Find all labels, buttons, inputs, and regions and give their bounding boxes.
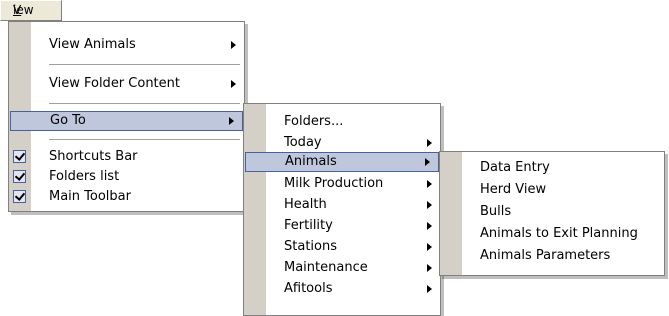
- menu-item-today[interactable]: Today: [244, 133, 440, 154]
- chevron-right-icon: [229, 117, 234, 125]
- chevron-right-icon: [427, 285, 432, 293]
- checkmark-icon: [13, 170, 26, 183]
- chevron-right-icon: [427, 139, 432, 147]
- view-menu: View Animals View Folder Content Go To S…: [8, 21, 245, 212]
- menu-item-health[interactable]: Health: [244, 195, 440, 216]
- menu-item-shortcuts-bar[interactable]: Shortcuts Bar: [9, 147, 244, 168]
- menu-item-afitools[interactable]: Afitools: [244, 279, 440, 300]
- menu-separator: [49, 64, 240, 65]
- checkmark-icon: [13, 190, 26, 203]
- menu-item-folders-list[interactable]: Folders list: [9, 167, 244, 188]
- chevron-right-icon: [427, 180, 432, 188]
- menu-separator: [49, 103, 240, 104]
- view-menu-title[interactable]: View: [0, 0, 62, 21]
- menu-item-fertility[interactable]: Fertility: [244, 216, 440, 237]
- menu-item-view-folder-content[interactable]: View Folder Content: [9, 74, 244, 95]
- goto-submenu: Folders... Today Animals Milk Production…: [243, 103, 441, 316]
- menu-item-stations[interactable]: Stations: [244, 237, 440, 258]
- menu-item-animals-parameters[interactable]: Animals Parameters: [440, 246, 664, 267]
- menu-item-animals[interactable]: Animals: [245, 152, 439, 172]
- chevron-right-icon: [427, 201, 432, 209]
- view-label-rest: iew: [13, 3, 34, 17]
- menu-item-main-toolbar[interactable]: Main Toolbar: [9, 187, 244, 208]
- checkmark-icon: [13, 150, 26, 163]
- menu-item-maintenance[interactable]: Maintenance: [244, 258, 440, 279]
- menu-item-milk-production[interactable]: Milk Production: [244, 174, 440, 195]
- menu-item-herd-view[interactable]: Herd View: [440, 180, 664, 201]
- menu-item-animals-to-exit-planning[interactable]: Animals to Exit Planning: [440, 224, 664, 245]
- menu-item-view-animals[interactable]: View Animals: [9, 35, 244, 56]
- menu-item-bulls[interactable]: Bulls: [440, 202, 664, 223]
- chevron-right-icon: [231, 41, 236, 49]
- chevron-right-icon: [427, 264, 432, 272]
- chevron-right-icon: [231, 80, 236, 88]
- menu-separator: [49, 139, 240, 140]
- chevron-right-icon: [425, 158, 430, 166]
- chevron-right-icon: [427, 222, 432, 230]
- menu-item-go-to[interactable]: Go To: [10, 111, 243, 131]
- animals-submenu: Data Entry Herd View Bulls Animals to Ex…: [439, 151, 665, 276]
- chevron-right-icon: [427, 243, 432, 251]
- menu-item-data-entry[interactable]: Data Entry: [440, 158, 664, 179]
- menu-item-folders[interactable]: Folders...: [244, 112, 440, 133]
